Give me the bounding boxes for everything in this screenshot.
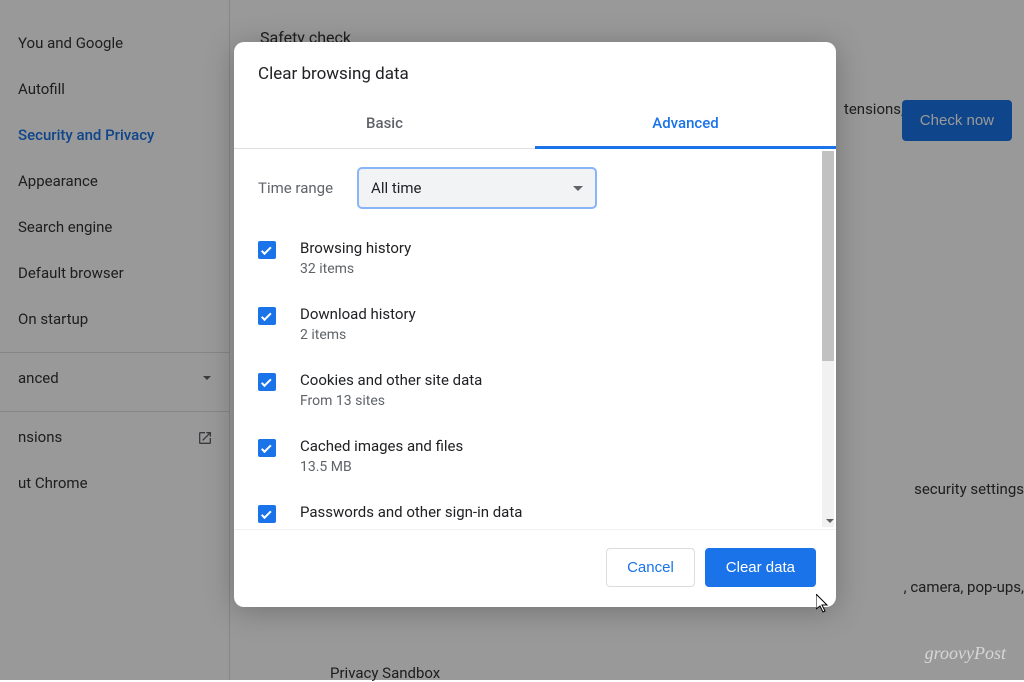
option-cached[interactable]: Cached images and files 13.5 MB bbox=[258, 427, 812, 493]
checkmark-icon bbox=[261, 376, 272, 387]
scrollbar-track[interactable] bbox=[822, 151, 834, 527]
option-passwords[interactable]: Passwords and other sign-in data bbox=[258, 493, 812, 529]
checkbox-passwords[interactable] bbox=[258, 505, 276, 523]
option-sub: 13.5 MB bbox=[300, 459, 463, 475]
checkbox-browsing-history[interactable] bbox=[258, 241, 276, 259]
dialog-tabs: Basic Advanced bbox=[234, 100, 836, 149]
option-title: Cookies and other site data bbox=[300, 371, 482, 389]
checkmark-icon bbox=[261, 442, 272, 453]
cancel-button[interactable]: Cancel bbox=[606, 548, 695, 587]
tab-advanced[interactable]: Advanced bbox=[535, 100, 836, 149]
option-sub: From 13 sites bbox=[300, 393, 482, 409]
checkbox-cached[interactable] bbox=[258, 439, 276, 457]
option-sub: 32 items bbox=[300, 261, 411, 277]
option-browsing-history[interactable]: Browsing history 32 items bbox=[258, 229, 812, 295]
tab-basic[interactable]: Basic bbox=[234, 100, 535, 148]
scrollbar-down-arrow-icon[interactable] bbox=[826, 519, 834, 523]
checkbox-download-history[interactable] bbox=[258, 307, 276, 325]
dialog-title: Clear browsing data bbox=[234, 42, 836, 100]
dialog-body: Time range All time Browsing history 32 … bbox=[234, 149, 836, 529]
option-title: Cached images and files bbox=[300, 437, 463, 455]
checkbox-cookies[interactable] bbox=[258, 373, 276, 391]
option-title: Browsing history bbox=[300, 239, 411, 257]
option-title: Download history bbox=[300, 305, 416, 323]
checkmark-icon bbox=[261, 244, 272, 255]
watermark-text: groovyPost bbox=[925, 643, 1006, 664]
caret-down-icon bbox=[573, 186, 583, 191]
option-cookies[interactable]: Cookies and other site data From 13 site… bbox=[258, 361, 812, 427]
option-title: Passwords and other sign-in data bbox=[300, 503, 522, 521]
checkmark-icon bbox=[261, 310, 272, 321]
dialog-footer: Cancel Clear data bbox=[234, 529, 836, 607]
checkmark-icon bbox=[261, 508, 272, 519]
time-range-row: Time range All time bbox=[258, 161, 812, 229]
option-download-history[interactable]: Download history 2 items bbox=[258, 295, 812, 361]
time-range-value: All time bbox=[371, 179, 421, 197]
scrollbar-thumb[interactable] bbox=[822, 151, 834, 361]
option-sub: 2 items bbox=[300, 327, 416, 343]
time-range-select[interactable]: All time bbox=[357, 167, 597, 209]
clear-data-button[interactable]: Clear data bbox=[705, 548, 816, 587]
clear-browsing-data-dialog: Clear browsing data Basic Advanced Time … bbox=[234, 42, 836, 607]
time-range-label: Time range bbox=[258, 179, 333, 197]
